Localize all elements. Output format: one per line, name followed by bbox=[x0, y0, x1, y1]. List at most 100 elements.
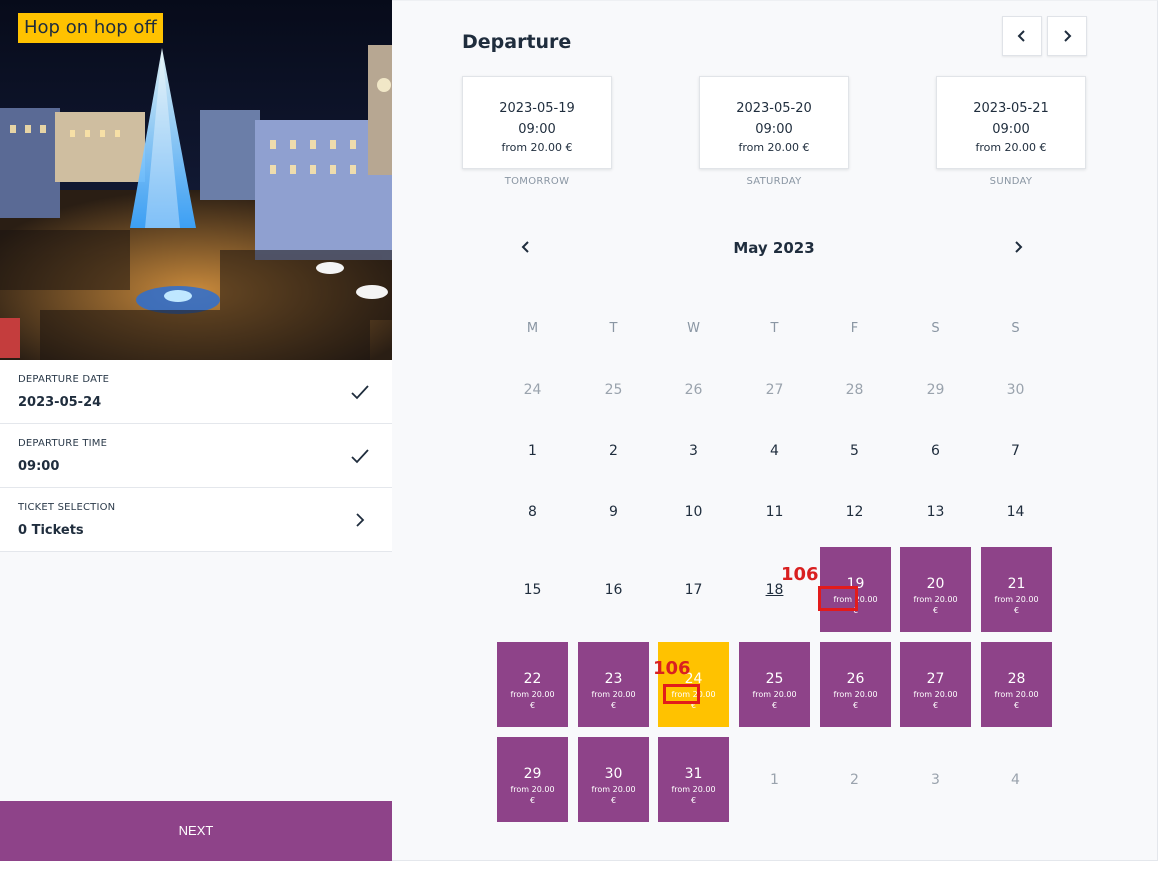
calendar-day-outside-month: 4 bbox=[1011, 772, 1020, 788]
card-caption: TOMORROW bbox=[504, 176, 570, 187]
day-number: 27 bbox=[926, 671, 945, 687]
card-date: 2023-05-20 bbox=[736, 101, 812, 116]
weekday-label: T bbox=[770, 321, 779, 336]
day-price: from 20.00 bbox=[913, 690, 958, 699]
chevron-left-icon bbox=[1015, 29, 1029, 43]
departure-title: Departure bbox=[462, 31, 572, 53]
annotation-label: 106 bbox=[653, 658, 691, 679]
next-month-button[interactable] bbox=[1008, 237, 1028, 257]
hero-image: Hop on hop off bbox=[0, 0, 392, 360]
day-price: from 20.00 bbox=[994, 595, 1039, 604]
card-caption: SATURDAY bbox=[746, 176, 802, 187]
departure-card[interactable]: 2023-05-19 09:00 from 20.00 € bbox=[462, 76, 612, 169]
day-price: from 20.00 bbox=[510, 690, 555, 699]
day-number: 22 bbox=[523, 671, 542, 687]
calendar-day: 9 bbox=[609, 504, 618, 520]
annotation-box bbox=[663, 684, 700, 704]
step-ticket-selection[interactable]: TICKET SELECTION 0 Tickets bbox=[0, 488, 392, 552]
calendar-day: 15 bbox=[523, 582, 542, 598]
weekday-label: M bbox=[526, 321, 539, 336]
day-currency: € bbox=[852, 701, 859, 710]
calendar-day-available[interactable]: 28 from 20.00 € bbox=[981, 642, 1052, 727]
calendar-day: 11 bbox=[765, 504, 784, 520]
next-dates-button[interactable] bbox=[1047, 16, 1087, 56]
calendar-day: 12 bbox=[845, 504, 864, 520]
step-value: 2023-05-24 bbox=[18, 395, 102, 410]
weekday-label: S bbox=[931, 321, 940, 336]
day-number: 26 bbox=[846, 671, 865, 687]
weekday-label: W bbox=[687, 321, 700, 336]
chevron-left-icon bbox=[516, 241, 536, 261]
weekday-label: S bbox=[1011, 321, 1020, 336]
calendar-day-outside-month: 2 bbox=[850, 772, 859, 788]
checkmark-icon bbox=[350, 446, 370, 466]
next-button[interactable]: NEXT bbox=[0, 801, 392, 861]
calendar-day: 7 bbox=[1011, 443, 1020, 459]
day-number: 29 bbox=[523, 766, 542, 782]
step-departure-date[interactable]: DEPARTURE DATE 2023-05-24 bbox=[0, 360, 392, 424]
card-caption: SUNDAY bbox=[989, 176, 1033, 187]
card-time: 09:00 bbox=[992, 122, 1030, 137]
calendar-day: 4 bbox=[770, 443, 779, 459]
card-time: 09:00 bbox=[755, 122, 793, 137]
chevron-right-icon bbox=[1008, 241, 1028, 261]
calendar-day-available[interactable]: 22 from 20.00 € bbox=[497, 642, 568, 727]
calendar-day-available[interactable]: 29 from 20.00 € bbox=[497, 737, 568, 822]
card-date: 2023-05-19 bbox=[499, 101, 575, 116]
calendar-day: 2 bbox=[609, 443, 618, 459]
day-price: from 20.00 bbox=[510, 785, 555, 794]
calendar-day: 17 bbox=[684, 582, 703, 598]
calendar-day: 14 bbox=[1006, 504, 1025, 520]
calendar-day-available[interactable]: 27 from 20.00 € bbox=[900, 642, 971, 727]
day-currency: € bbox=[610, 796, 617, 805]
annotation-box bbox=[818, 586, 858, 611]
calendar-day: 10 bbox=[684, 504, 703, 520]
calendar-day: 1 bbox=[528, 443, 537, 459]
departure-card[interactable]: 2023-05-20 09:00 from 20.00 € bbox=[699, 76, 849, 169]
day-currency: € bbox=[1013, 606, 1020, 615]
calendar-day-available[interactable]: 25 from 20.00 € bbox=[739, 642, 810, 727]
calendar-day-outside-month: 30 bbox=[1006, 382, 1025, 398]
prev-dates-button[interactable] bbox=[1002, 16, 1042, 56]
calendar-day: 5 bbox=[850, 443, 859, 459]
step-departure-time[interactable]: DEPARTURE TIME 09:00 bbox=[0, 424, 392, 488]
card-time: 09:00 bbox=[518, 122, 556, 137]
calendar-day-available[interactable]: 30 from 20.00 € bbox=[578, 737, 649, 822]
day-price: from 20.00 bbox=[591, 785, 636, 794]
calendar-day-available[interactable]: 20 from 20.00 € bbox=[900, 547, 971, 632]
weekday-label: T bbox=[609, 321, 618, 336]
month-label: May 2023 bbox=[733, 239, 815, 257]
calendar-day-outside-month: 26 bbox=[684, 382, 703, 398]
day-currency: € bbox=[610, 701, 617, 710]
card-price: from 20.00 € bbox=[738, 141, 810, 154]
calendar-day: 3 bbox=[689, 443, 698, 459]
product-title-badge: Hop on hop off bbox=[18, 13, 163, 43]
day-currency: € bbox=[932, 701, 939, 710]
day-currency: € bbox=[529, 796, 536, 805]
booking-page: Hop on hop off DEPARTURE DATE 2023-05-24… bbox=[0, 0, 1171, 877]
calendar-day-outside-month: 27 bbox=[765, 382, 784, 398]
calendar-day-outside-month: 1 bbox=[770, 772, 779, 788]
calendar-day-outside-month: 29 bbox=[926, 382, 945, 398]
departure-card[interactable]: 2023-05-21 09:00 from 20.00 € bbox=[936, 76, 1086, 169]
calendar-day-outside-month: 28 bbox=[845, 382, 864, 398]
step-label: DEPARTURE TIME bbox=[18, 438, 108, 449]
calendar-day-available[interactable]: 26 from 20.00 € bbox=[820, 642, 891, 727]
calendar-day-available[interactable]: 31 from 20.00 € bbox=[658, 737, 729, 822]
day-price: from 20.00 bbox=[913, 595, 958, 604]
day-number: 25 bbox=[765, 671, 784, 687]
calendar-day-available[interactable]: 21 from 20.00 € bbox=[981, 547, 1052, 632]
calendar-day-available[interactable]: 23 from 20.00 € bbox=[578, 642, 649, 727]
checkmark-icon bbox=[350, 382, 370, 402]
day-number: 20 bbox=[926, 576, 945, 592]
day-currency: € bbox=[1013, 701, 1020, 710]
prev-month-button[interactable] bbox=[516, 237, 536, 257]
chevron-right-icon bbox=[1060, 29, 1074, 43]
day-price: from 20.00 bbox=[752, 690, 797, 699]
calendar-day: 13 bbox=[926, 504, 945, 520]
weekday-label: F bbox=[850, 321, 859, 336]
step-value: 09:00 bbox=[18, 459, 60, 474]
calendar-day-outside-month: 3 bbox=[931, 772, 940, 788]
calendar-day: 16 bbox=[604, 582, 623, 598]
calendar-day-outside-month: 24 bbox=[523, 382, 542, 398]
